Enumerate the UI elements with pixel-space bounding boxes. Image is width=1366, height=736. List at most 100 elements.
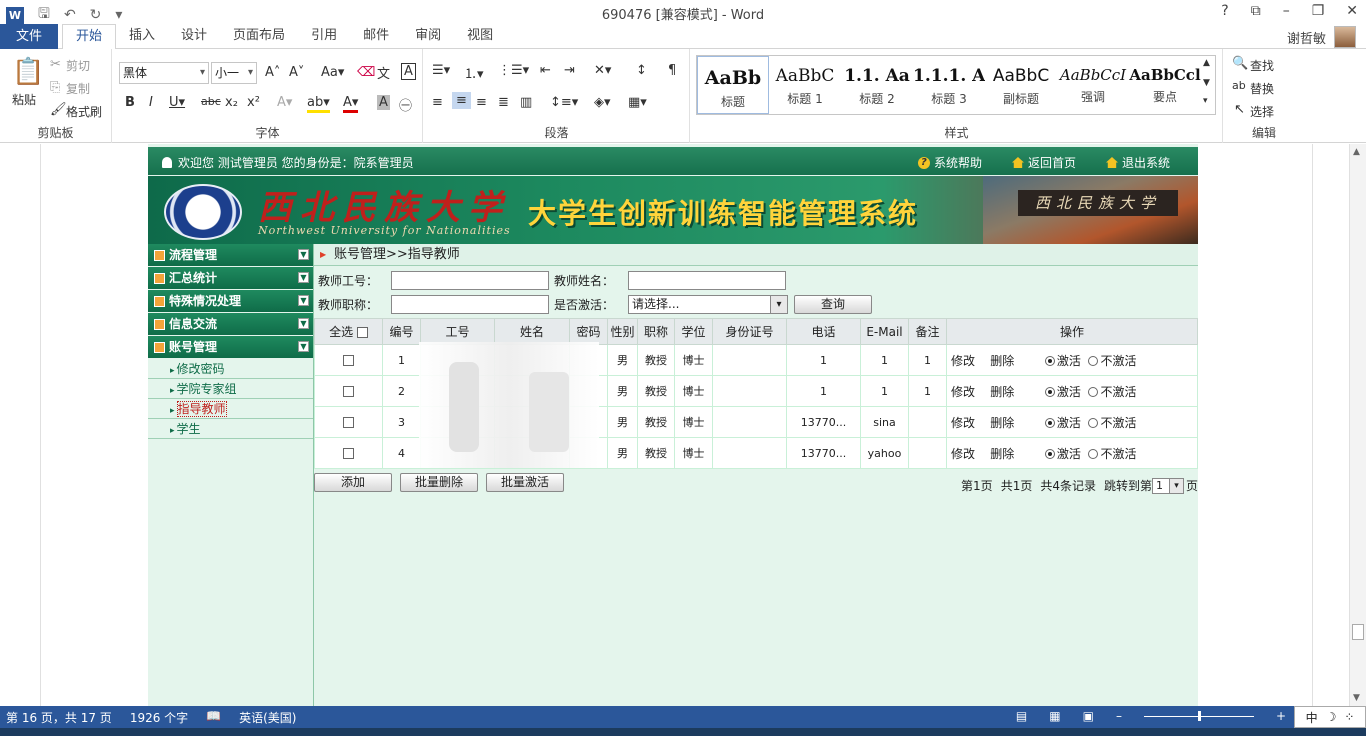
help-link[interactable]: ? 系统帮助 [917,154,982,171]
tab-mailings[interactable]: 邮件 [350,24,402,50]
help-icon[interactable]: ? [1221,3,1228,19]
bullets-icon[interactable]: ☰▾ [432,63,450,78]
justify-icon[interactable]: ≣ [498,95,509,110]
decrease-indent-icon[interactable]: ⇤ [540,63,551,78]
style-heading-3[interactable]: 1.1.1. A 标题 3 [913,56,985,114]
submenu-advisors[interactable]: 指导教师 [148,399,313,419]
copy-button[interactable]: 复制 [66,80,90,97]
logout-link[interactable]: 退出系统 [1105,154,1170,171]
batch-delete-button[interactable]: 批量删除 [400,473,478,492]
word-count[interactable]: 1926 个字 [130,709,188,726]
replace-button[interactable]: 替换 [1250,80,1274,97]
menu-communication[interactable]: 信息交流 ▼ [148,313,313,335]
align-left-icon[interactable]: ≡ [432,95,443,110]
change-case-icon[interactable]: Aa▾ [321,65,344,80]
tab-home[interactable]: 开始 [62,24,117,50]
select-all-checkbox[interactable] [356,327,368,338]
cut-icon[interactable]: ✂ [50,57,61,72]
numbering-icon[interactable]: ⒈▾ [464,63,484,82]
shading-icon[interactable]: ◈▾ [594,95,611,110]
print-layout-icon[interactable]: ▦ [1049,709,1060,723]
tab-view[interactable]: 视图 [454,24,506,50]
style-heading-1[interactable]: AaBbC 标题 1 [769,56,841,114]
inactive-radio[interactable] [1088,418,1099,428]
page-select[interactable]: 1 [1151,477,1184,494]
proofing-icon[interactable]: 📖 [206,709,221,726]
enclose-char-icon[interactable]: ㊀ [399,95,412,114]
style-strong[interactable]: AaBbCcl 要点 [1129,56,1201,114]
format-painter-button[interactable]: 格式刷 [66,103,102,120]
scroll-up-icon[interactable]: ▲ [1353,147,1360,157]
teacher-name-input[interactable] [628,271,786,290]
read-mode-icon[interactable]: ▤ [1016,709,1027,723]
expand-icon[interactable]: ▼ [298,295,309,306]
subscript-icon[interactable]: x₂ [225,95,238,110]
text-effects-icon[interactable]: A▾ [277,95,292,110]
highlight-icon[interactable]: ab▾ [307,95,330,113]
account[interactable]: 谢哲敏 [1287,26,1356,48]
edit-link[interactable]: 修改 [951,416,975,430]
zoom-slider[interactable] [1143,710,1254,721]
page-count[interactable]: 第 16 页，共 17 页 [6,709,112,726]
tab-layout[interactable]: 页面布局 [220,24,298,50]
zoom-out-icon[interactable]: – [1116,709,1122,723]
paste-button[interactable]: 粘贴 [12,91,36,108]
select-all-header[interactable]: 全选 [314,318,383,345]
increase-indent-icon[interactable]: ⇥ [564,63,575,78]
tab-insert[interactable]: 插入 [116,24,168,50]
show-marks-icon[interactable]: ¶ [668,63,676,78]
find-icon[interactable]: 🔍 [1232,56,1248,71]
cut-button[interactable]: 剪切 [66,57,90,74]
delete-link[interactable]: 删除 [990,385,1014,399]
add-button[interactable]: 添加 [314,473,392,492]
row-checkbox[interactable] [343,417,354,428]
edit-link[interactable]: 修改 [951,447,975,461]
font-color-icon[interactable]: A▾ [343,95,359,113]
distribute-icon[interactable]: ▥ [520,95,532,110]
copy-icon[interactable]: ⎘ [50,80,60,95]
active-radio[interactable] [1044,418,1055,428]
scroll-thumb[interactable] [1352,624,1364,640]
styles-more-icon[interactable]: ▾ [1203,96,1208,106]
submenu-expert-group[interactable]: 学院专家组 [148,379,313,399]
chinese-layout-icon[interactable]: ✕▾ [594,63,611,78]
font-size-combo[interactable]: 小一 [211,62,257,84]
phonetic-guide-icon[interactable]: 文 [377,63,390,82]
zoom-in-icon[interactable]: + [1276,709,1286,723]
select-button[interactable]: 选择 [1250,103,1274,120]
paste-icon[interactable]: 📋 [12,57,44,87]
underline-icon[interactable]: U▾ [169,95,185,110]
web-layout-icon[interactable]: ▣ [1083,709,1094,723]
align-right-icon[interactable]: ≡ [476,95,487,110]
strikethrough-icon[interactable]: abc [201,95,221,108]
style-emphasis[interactable]: AaBbCcI 强调 [1057,56,1129,114]
delete-link[interactable]: 删除 [990,416,1014,430]
delete-link[interactable]: 删除 [990,354,1014,368]
teacher-id-input[interactable] [391,271,549,290]
active-radio[interactable] [1044,356,1055,366]
edit-link[interactable]: 修改 [951,385,975,399]
expand-icon[interactable]: ▼ [298,318,309,329]
home-link[interactable]: 返回首页 [1011,154,1076,171]
replace-icon[interactable]: ab [1232,79,1246,92]
tab-file[interactable]: 文件 [0,24,58,49]
bold-icon[interactable]: B [125,95,135,110]
active-select[interactable]: 请选择... [628,295,788,314]
row-checkbox[interactable] [343,448,354,459]
active-radio[interactable] [1044,449,1055,459]
char-shading-icon[interactable]: A [377,95,390,110]
minimize-icon[interactable]: – [1283,3,1290,19]
row-checkbox[interactable] [343,355,354,366]
superscript-icon[interactable]: x² [247,95,260,110]
clear-format-icon[interactable]: ⌫ [357,65,375,80]
shrink-font-icon[interactable]: A˅ [289,65,304,80]
edit-link[interactable]: 修改 [951,354,975,368]
expand-icon[interactable]: ▼ [298,249,309,260]
borders-icon[interactable]: ▦▾ [628,95,647,110]
vertical-scrollbar[interactable]: ▲ ▼ [1349,144,1366,706]
align-center-icon[interactable]: ≡ [452,92,471,109]
close-icon[interactable]: ✕ [1346,3,1358,19]
submenu-students[interactable]: 学生 [148,419,313,439]
tab-references[interactable]: 引用 [298,24,350,50]
ribbon-display-icon[interactable]: ⧉ [1251,3,1261,19]
